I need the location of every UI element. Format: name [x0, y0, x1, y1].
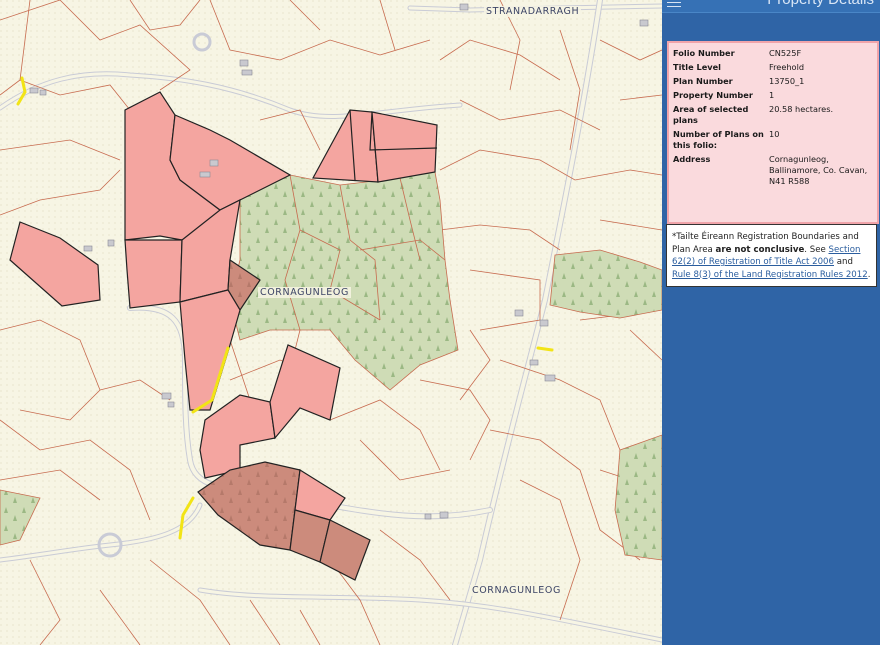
- map-viewport[interactable]: STRANADARRAGH CORNAGUNLEOG CORNAGUNLEOG: [0, 0, 662, 645]
- details-label: Area of selected plans: [673, 104, 749, 125]
- details-label: Plan Number: [673, 76, 733, 86]
- panel-header: Property Details: [662, 0, 880, 13]
- details-value: 10: [769, 129, 780, 139]
- details-value: 13750_1: [769, 76, 805, 86]
- panel-title: Property Details: [767, 0, 874, 8]
- details-row: Folio Number CN525F: [673, 47, 873, 61]
- note-text: and: [834, 257, 853, 267]
- details-value: Cornagunleog, Ballinamore, Co. Cavan, N4…: [769, 154, 868, 186]
- note-text: . See: [804, 244, 829, 255]
- disclaimer-note: *Tailte Éireann Registration Boundaries …: [666, 224, 877, 287]
- hamburger-menu-icon[interactable]: [667, 0, 681, 8]
- details-row: Area of selected plans 20.58 hectares.: [673, 103, 873, 128]
- details-value: 20.58 hectares.: [769, 104, 834, 114]
- plot-central-block[interactable]: [124, 239, 183, 309]
- details-label: Address: [673, 154, 711, 164]
- rule-8-link[interactable]: Rule 8(3) of the Land Registration Rules…: [672, 270, 868, 280]
- details-row: Property Number 1: [673, 89, 873, 103]
- map-canvas[interactable]: [0, 0, 662, 645]
- property-details-table: Folio Number CN525F Title Level Freehold Pla…: [673, 47, 873, 189]
- details-label: Property Number: [673, 90, 753, 100]
- details-value: 1: [769, 90, 775, 100]
- details-value: Freehold: [769, 62, 805, 72]
- details-row: Number of Plans on this folio: 10: [673, 128, 873, 153]
- property-details-panel: Property Details Folio Number CN525F Title…: [662, 0, 880, 645]
- details-label: Title Level: [673, 62, 721, 72]
- details-value: CN525F: [769, 48, 802, 58]
- details-label: Number of Plans on this folio:: [673, 129, 764, 150]
- details-row: Title Level Freehold: [673, 61, 873, 75]
- note-text: .: [867, 269, 871, 280]
- note-bold-text: are not conclusive: [715, 244, 805, 255]
- details-row: Plan Number 13750_1: [673, 75, 873, 89]
- place-label-cornagunleog-south: CORNAGUNLEOG: [470, 585, 563, 596]
- property-details-card: Folio Number CN525F Title Level Freehold Pla…: [667, 41, 879, 224]
- place-label-cornagunleog: CORNAGUNLEOG: [258, 287, 351, 298]
- plot-north-east-b[interactable]: [371, 111, 438, 183]
- details-label: Folio Number: [673, 48, 735, 58]
- place-label-stranadarragh: STRANADARRAGH: [484, 6, 582, 17]
- details-row: Address Cornagunleog, Ballinamore, Co. Ca…: [673, 153, 873, 189]
